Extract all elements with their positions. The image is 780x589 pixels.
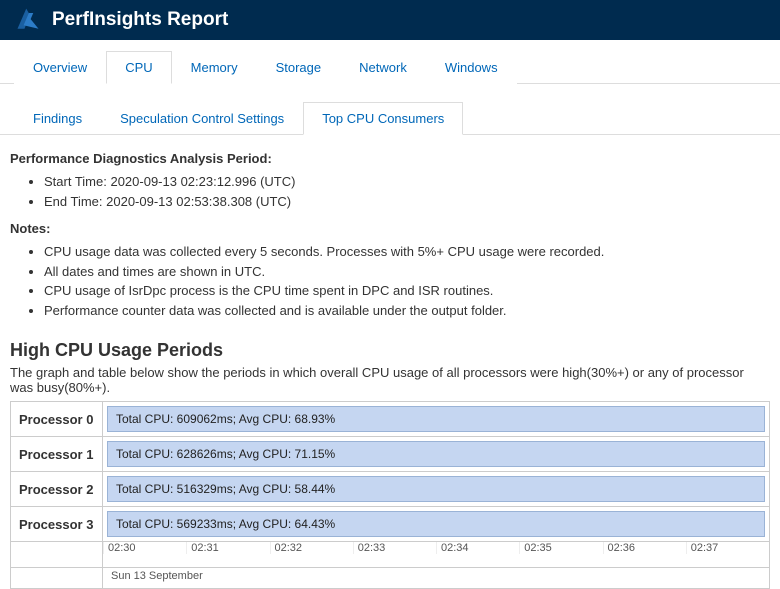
time-tick: 02:37 (686, 542, 769, 554)
processor-label: Processor 3 (11, 507, 103, 542)
time-tick: 02:35 (519, 542, 602, 554)
time-axis-row: 02:30 02:31 02:32 02:33 02:34 02:35 02:3… (11, 542, 770, 568)
time-tick: 02:30 (103, 542, 186, 554)
tab-storage[interactable]: Storage (257, 51, 341, 84)
tab-network[interactable]: Network (340, 51, 426, 84)
axis-empty-cell (11, 542, 103, 568)
high-cpu-description: The graph and table below show the perio… (10, 365, 770, 395)
processor-bar-cell: Total CPU: 609062ms; Avg CPU: 68.93% (103, 402, 770, 437)
notes-list: CPU usage data was collected every 5 sec… (10, 242, 770, 320)
sub-tabs: Findings Speculation Control Settings To… (0, 84, 780, 135)
tab-cpu[interactable]: CPU (106, 51, 171, 84)
table-row: Processor 0 Total CPU: 609062ms; Avg CPU… (11, 402, 770, 437)
content-area: Performance Diagnostics Analysis Period:… (0, 135, 780, 589)
analysis-period-list: Start Time: 2020-09-13 02:23:12.996 (UTC… (10, 172, 770, 211)
main-tabs: Overview CPU Memory Storage Network Wind… (0, 40, 780, 84)
note-item: Performance counter data was collected a… (44, 301, 770, 321)
tab-overview[interactable]: Overview (14, 51, 106, 84)
high-cpu-heading: High CPU Usage Periods (10, 340, 770, 361)
note-item: CPU usage data was collected every 5 sec… (44, 242, 770, 262)
time-tick: 02:33 (353, 542, 436, 554)
time-axis: 02:30 02:31 02:32 02:33 02:34 02:35 02:3… (103, 542, 770, 568)
app-title: PerfInsights Report (52, 9, 228, 31)
tab-memory[interactable]: Memory (172, 51, 257, 84)
date-axis-row: Sun 13 September (11, 568, 770, 589)
axis-empty-cell (11, 568, 103, 589)
note-item: All dates and times are shown in UTC. (44, 262, 770, 282)
processor-bar-cell: Total CPU: 569233ms; Avg CPU: 64.43% (103, 507, 770, 542)
processor-usage-bar[interactable]: Total CPU: 628626ms; Avg CPU: 71.15% (107, 441, 765, 467)
tab-windows[interactable]: Windows (426, 51, 517, 84)
app-header: PerfInsights Report (0, 0, 780, 40)
processor-label: Processor 1 (11, 437, 103, 472)
processor-usage-bar[interactable]: Total CPU: 609062ms; Avg CPU: 68.93% (107, 406, 765, 432)
time-tick: 02:36 (603, 542, 686, 554)
time-tick: 02:31 (186, 542, 269, 554)
processor-table: Processor 0 Total CPU: 609062ms; Avg CPU… (10, 401, 770, 589)
analysis-period-heading: Performance Diagnostics Analysis Period: (10, 151, 770, 166)
time-tick: 02:32 (270, 542, 353, 554)
table-row: Processor 2 Total CPU: 516329ms; Avg CPU… (11, 472, 770, 507)
subtab-top-cpu-consumers[interactable]: Top CPU Consumers (303, 102, 463, 135)
subtab-findings[interactable]: Findings (14, 102, 101, 135)
table-row: Processor 1 Total CPU: 628626ms; Avg CPU… (11, 437, 770, 472)
subtab-speculation[interactable]: Speculation Control Settings (101, 102, 303, 135)
notes-heading: Notes: (10, 221, 770, 236)
processor-bar-cell: Total CPU: 628626ms; Avg CPU: 71.15% (103, 437, 770, 472)
processor-usage-bar[interactable]: Total CPU: 516329ms; Avg CPU: 58.44% (107, 476, 765, 502)
processor-label: Processor 2 (11, 472, 103, 507)
time-tick: 02:34 (436, 542, 519, 554)
analysis-end-time: End Time: 2020-09-13 02:53:38.308 (UTC) (44, 192, 770, 212)
processor-bar-cell: Total CPU: 516329ms; Avg CPU: 58.44% (103, 472, 770, 507)
processor-label: Processor 0 (11, 402, 103, 437)
table-row: Processor 3 Total CPU: 569233ms; Avg CPU… (11, 507, 770, 542)
processor-usage-bar[interactable]: Total CPU: 569233ms; Avg CPU: 64.43% (107, 511, 765, 537)
note-item: CPU usage of IsrDpc process is the CPU t… (44, 281, 770, 301)
azure-logo-icon (14, 6, 42, 34)
axis-date-label: Sun 13 September (103, 568, 770, 589)
analysis-start-time: Start Time: 2020-09-13 02:23:12.996 (UTC… (44, 172, 770, 192)
